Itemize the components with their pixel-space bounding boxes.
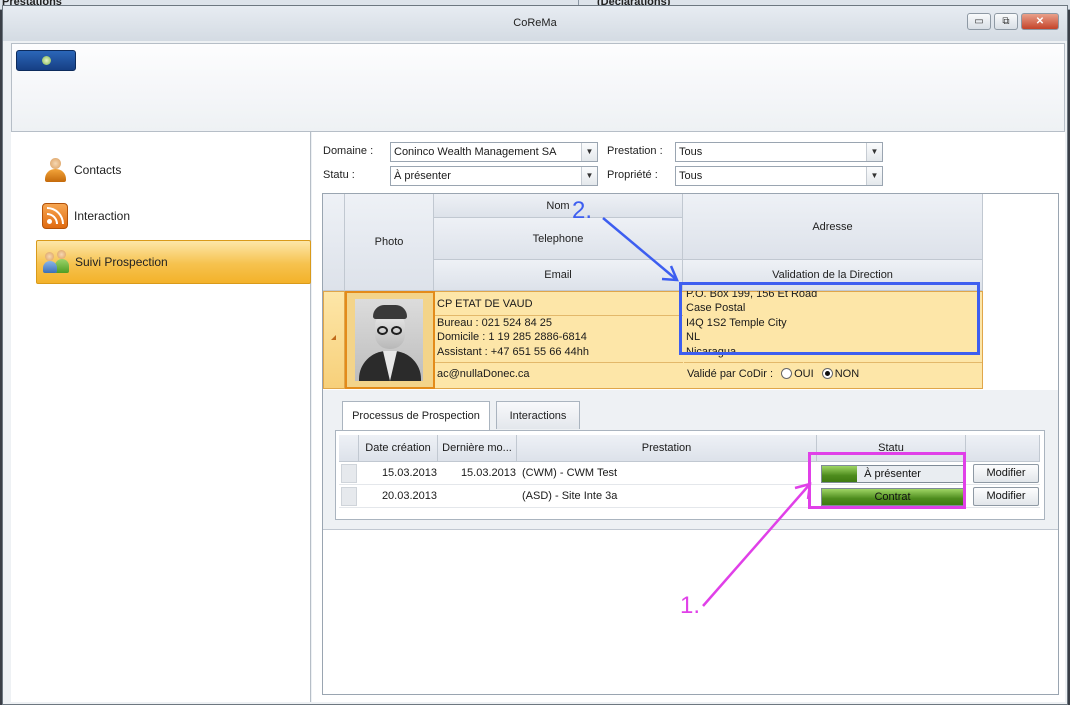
oui-label: OUI: [794, 368, 814, 380]
person-icon: [42, 157, 68, 183]
date-creation-cell: 20.03.2013: [381, 490, 437, 502]
derniere-mod-cell: 15.03.2013: [460, 467, 516, 479]
annotation-label-1: 1.: [680, 592, 701, 619]
statu-value: À présenter: [394, 170, 451, 182]
contact-photo-cell[interactable]: [345, 291, 435, 389]
sidebar-item-label: Suivi Prospection: [75, 255, 168, 269]
application-menu-button[interactable]: [16, 50, 76, 71]
contact-name: CP ETAT DE VAUD: [437, 298, 533, 310]
contact-photo: [355, 299, 423, 381]
row-selector[interactable]: [341, 487, 357, 506]
propriete-label: Propriété :: [607, 169, 658, 181]
prestation-cell: (ASD) - Site Inte 3a: [522, 490, 618, 502]
rss-icon: [42, 203, 68, 229]
non-label: NON: [834, 368, 860, 380]
date-creation-header[interactable]: Date création: [359, 435, 438, 462]
modifier-button[interactable]: Modifier: [973, 487, 1039, 506]
domaine-label: Domaine :: [323, 145, 374, 157]
window-title: CoReMa: [513, 17, 557, 29]
title-bar: CoReMa ▭ ⧉ ✕: [3, 6, 1067, 41]
prestation-select[interactable]: Tous ▼: [675, 142, 883, 162]
sidebar: Contacts Interaction Suivi Prospection: [11, 132, 311, 702]
prestation-cell: (CWM) - CWM Test: [522, 467, 618, 479]
telephone-header[interactable]: Telephone: [434, 218, 683, 260]
chevron-down-icon: ▼: [581, 143, 597, 161]
modifier-button[interactable]: Modifier: [973, 464, 1039, 483]
sidebar-item-suivi-prospection[interactable]: Suivi Prospection: [36, 240, 311, 284]
statu-label: Statu :: [323, 169, 355, 181]
chevron-down-icon: ▼: [866, 167, 882, 185]
sidebar-item-contacts[interactable]: Contacts: [36, 148, 311, 192]
annotation-label-2: 2.: [572, 197, 593, 224]
sidebar-item-label: Interaction: [74, 209, 131, 223]
tab-processus-de-prospection[interactable]: Processus de Prospection: [342, 401, 490, 430]
domaine-value: Coninco Wealth Management SA: [394, 146, 557, 158]
minimize-button[interactable]: ▭: [967, 13, 991, 30]
annotation-box-2: [679, 282, 980, 355]
action-header: [966, 435, 1040, 462]
contact-email[interactable]: ac@nullaDonec.ca: [437, 368, 530, 380]
prestation-header[interactable]: Prestation: [517, 435, 817, 462]
phone-assistant: Assistant : +47 651 55 66 44hh: [437, 346, 589, 358]
grid-indicator-header: [323, 194, 345, 291]
validation-cell: Validé par CoDir : OUI NON: [687, 368, 859, 380]
sidebar-item-interaction[interactable]: Interaction: [36, 194, 311, 238]
app-window: CoReMa ▭ ⧉ ✕ Contacts Interaction Suivi …: [2, 5, 1068, 705]
non-radio[interactable]: [821, 368, 833, 379]
photo-header[interactable]: Photo: [345, 194, 434, 291]
phone-bureau: Bureau : 021 524 84 25: [437, 317, 552, 329]
sidebar-item-label: Contacts: [74, 163, 122, 177]
propriete-value: Tous: [679, 170, 703, 182]
restore-button[interactable]: ⧉: [994, 13, 1018, 30]
prestation-value: Tous: [679, 146, 703, 158]
statu-select[interactable]: À présenter ▼: [390, 166, 598, 186]
chevron-down-icon: ▼: [866, 143, 882, 161]
nom-header[interactable]: Nom: [434, 194, 683, 218]
phone-domicile: Domicile : 1 19 285 2886-6814: [437, 331, 587, 343]
chevron-down-icon: ▼: [581, 167, 597, 185]
propriete-select[interactable]: Tous ▼: [675, 166, 883, 186]
row-selected-icon: [331, 335, 336, 340]
process-indicator-header: [339, 435, 359, 462]
app-orb-icon: [42, 56, 51, 65]
close-button[interactable]: ✕: [1021, 13, 1059, 30]
oui-radio[interactable]: [781, 368, 793, 379]
row-selector[interactable]: [341, 464, 357, 483]
ribbon: [11, 43, 1065, 132]
annotation-box-1: [808, 452, 966, 509]
row-indicator[interactable]: [323, 291, 345, 389]
domaine-select[interactable]: Coninco Wealth Management SA ▼: [390, 142, 598, 162]
derniere-mod-header[interactable]: Dernière mo...: [438, 435, 517, 462]
prestation-label: Prestation :: [607, 145, 663, 157]
group-icon: [43, 249, 69, 275]
valide-label: Validé par CoDir :: [687, 368, 773, 380]
date-creation-cell: 15.03.2013: [381, 467, 437, 479]
tab-interactions[interactable]: Interactions: [496, 401, 580, 429]
email-header[interactable]: Email: [434, 260, 683, 291]
adresse-header[interactable]: Adresse: [683, 194, 983, 260]
